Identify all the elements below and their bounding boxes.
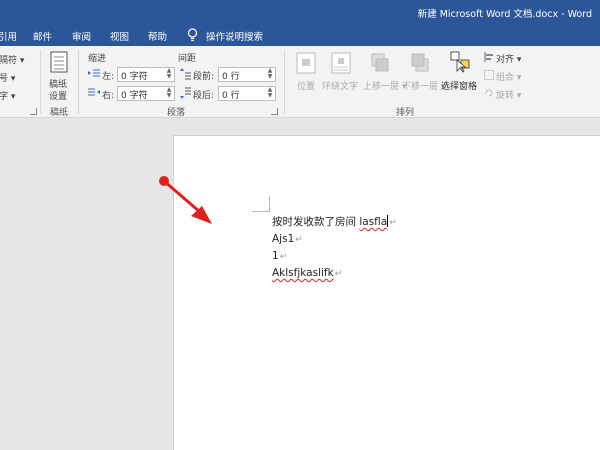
position-icon: [296, 52, 316, 74]
lightbulb-icon: [187, 28, 198, 42]
spinner-arrows[interactable]: ▲ ▼: [165, 87, 173, 100]
indent-right-input[interactable]: 0 字符 ▲ ▼: [117, 86, 175, 101]
document-line-3[interactable]: 1↵: [272, 250, 287, 262]
page-setup-launcher[interactable]: [30, 108, 37, 115]
bring-forward-icon: [371, 53, 389, 72]
document-line-1[interactable]: 按时发收款了房间 lasfla ↵: [272, 214, 397, 229]
paragraph-mark: ↵: [295, 235, 303, 245]
spacing-before-input[interactable]: 0 行 ▲ ▼: [218, 67, 276, 82]
position-button[interactable]: 位置: [297, 79, 315, 92]
paragraph-mark: ↵: [334, 269, 343, 279]
indent-left-label: 左:: [102, 72, 115, 82]
group-divider: [40, 50, 41, 114]
indent-right-label: 右:: [102, 91, 115, 101]
indent-left-input[interactable]: 0 字符 ▲ ▼: [117, 67, 175, 82]
bring-forward-button[interactable]: 上移一层 ▾: [363, 79, 406, 92]
tab-view[interactable]: 视图: [110, 29, 129, 43]
spinner-arrows[interactable]: ▲ ▼: [266, 68, 274, 81]
wrap-text-button[interactable]: 环绕文字: [322, 79, 358, 92]
group-button[interactable]: 组合 ▾: [496, 70, 521, 83]
send-backward-icon: [411, 53, 429, 72]
arrange-group-label: 排列: [396, 108, 415, 118]
spacing-header: 间距: [178, 54, 197, 64]
send-backward-button[interactable]: 下移一层 ▾: [402, 79, 445, 92]
paragraph-group-label: 段落: [167, 108, 186, 118]
spinner-arrows[interactable]: ▲ ▼: [266, 87, 274, 100]
ribbon: 隔符 ▾ 号 ▾ 字 ▾ 稿纸 设置 稿纸 缩进 间距 左: 0 字符 ▲ ▼ 右…: [0, 46, 600, 118]
tell-me-search[interactable]: 操作说明搜索: [206, 29, 263, 43]
spinner-arrows[interactable]: ▲ ▼: [165, 68, 173, 81]
align-button[interactable]: 对齐 ▾: [496, 52, 521, 65]
indent-left-icon: [88, 69, 100, 77]
selection-pane-icon: [450, 51, 470, 73]
document-line-4[interactable]: Aklsfjkaslifk↵: [272, 267, 342, 279]
selection-pane-button[interactable]: 选择窗格: [441, 79, 477, 92]
spacing-after-input[interactable]: 0 行 ▲ ▼: [218, 86, 276, 101]
spacing-before-icon: [180, 68, 191, 80]
spelling-error: lasfla: [359, 216, 388, 228]
manuscript-group-label: 稿纸: [50, 108, 69, 118]
group-icon: [484, 70, 494, 80]
group-divider: [284, 50, 285, 114]
wrap-text-icon: [331, 52, 351, 74]
tab-references[interactable]: 引用: [0, 29, 17, 43]
spacing-after-label: 段后:: [193, 91, 215, 101]
document-page[interactable]: [173, 135, 600, 450]
window-title: 新建 Microsoft Word 文档.docx - Word: [417, 9, 592, 20]
tab-mailings[interactable]: 邮件: [33, 29, 52, 43]
breaks-button[interactable]: 隔符 ▾: [0, 53, 24, 66]
indent-right-icon: [88, 88, 100, 96]
rotate-button[interactable]: 旋转 ▾: [496, 88, 521, 101]
indent-header: 缩进: [88, 54, 107, 64]
spelling-error: Aklsfjkaslifk: [272, 267, 334, 279]
align-icon: [484, 52, 493, 62]
document-line-2[interactable]: Ajs1↵: [272, 233, 303, 245]
title-bar: 新建 Microsoft Word 文档.docx - Word: [0, 0, 600, 24]
paragraph-mark: ↵: [279, 252, 288, 262]
ribbon-tabs: 引用 邮件 审阅 视图 帮助 操作说明搜索: [0, 24, 600, 46]
hyphenation-button[interactable]: 字 ▾: [0, 89, 15, 102]
rotate-icon: [485, 89, 493, 97]
group-divider: [78, 50, 79, 114]
tab-review[interactable]: 审阅: [72, 29, 91, 43]
annotation-arrow: [159, 176, 212, 224]
spacing-after-icon: [180, 87, 191, 99]
manuscript-paper-icon: [50, 51, 68, 73]
line-numbers-button[interactable]: 号 ▾: [0, 71, 15, 84]
spacing-before-label: 段前:: [193, 72, 215, 82]
tab-help[interactable]: 帮助: [148, 29, 167, 43]
paragraph-launcher[interactable]: [271, 108, 278, 115]
margin-corner-mark: [252, 196, 270, 212]
paragraph-mark: ↵: [389, 218, 397, 228]
